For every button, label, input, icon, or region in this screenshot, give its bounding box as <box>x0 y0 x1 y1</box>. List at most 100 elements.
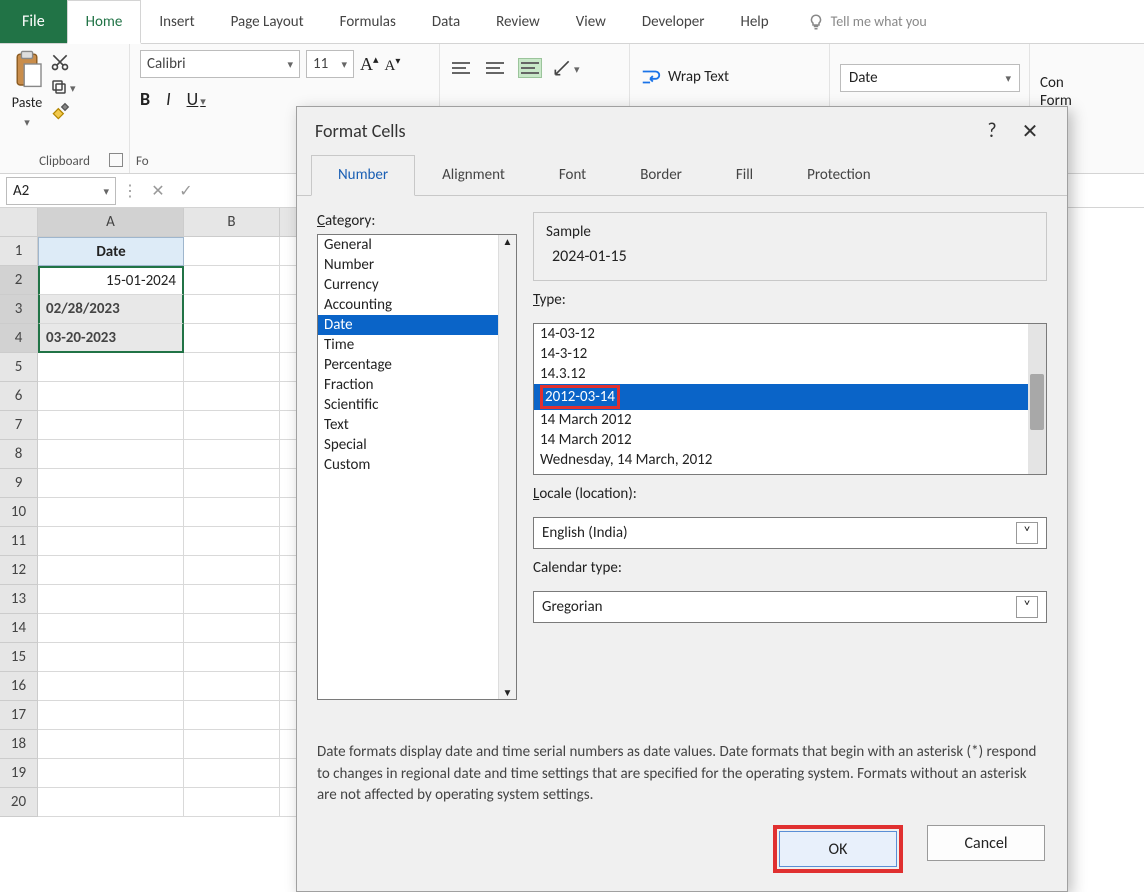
cut-icon[interactable] <box>50 52 70 72</box>
type-item[interactable]: 14-03-12 <box>534 324 1046 344</box>
cell[interactable] <box>38 788 184 817</box>
cell[interactable] <box>184 324 280 353</box>
row-header[interactable]: 17 <box>0 701 38 730</box>
category-item[interactable]: Fraction <box>318 375 516 395</box>
cell[interactable] <box>38 730 184 759</box>
cell[interactable] <box>184 585 280 614</box>
row-header[interactable]: 16 <box>0 672 38 701</box>
cell[interactable] <box>38 527 184 556</box>
type-item-selected[interactable]: 2012-03-14 <box>534 384 1046 410</box>
category-item[interactable]: Time <box>318 335 516 355</box>
tab-developer[interactable]: Developer <box>624 0 723 43</box>
dlg-tab-alignment[interactable]: Alignment <box>415 155 532 195</box>
row-header[interactable]: 2 <box>0 266 38 295</box>
italic-button[interactable]: I <box>166 88 171 110</box>
category-item[interactable]: Text <box>318 415 516 435</box>
type-scrollbar[interactable] <box>1028 324 1046 474</box>
row-header[interactable]: 1 <box>0 237 38 266</box>
dlg-tab-protection[interactable]: Protection <box>780 155 897 195</box>
row-header[interactable]: 18 <box>0 730 38 759</box>
cell[interactable] <box>184 411 280 440</box>
col-header-A[interactable]: A <box>38 208 184 237</box>
decrease-font-icon[interactable]: A▾ <box>385 54 401 75</box>
tab-file[interactable]: File <box>0 0 67 43</box>
type-item[interactable]: 14 March 2012 <box>534 410 1046 430</box>
category-item-selected[interactable]: Date <box>318 315 516 335</box>
copy-button[interactable] <box>50 78 76 96</box>
row-header[interactable]: 15 <box>0 643 38 672</box>
cell-A1[interactable]: Date <box>38 237 184 266</box>
scroll-thumb[interactable] <box>1030 374 1044 430</box>
cell[interactable] <box>184 672 280 701</box>
tab-review[interactable]: Review <box>478 0 558 43</box>
cancel-button[interactable]: Cancel <box>927 825 1045 861</box>
type-list[interactable]: 14-03-12 14-3-12 14.3.12 2012-03-14 14 M… <box>533 323 1047 475</box>
cell-A4[interactable]: 03-20-2023 <box>38 324 184 353</box>
cell[interactable] <box>38 643 184 672</box>
bold-button[interactable]: B <box>140 88 150 110</box>
row-header[interactable]: 13 <box>0 585 38 614</box>
category-item[interactable]: Currency <box>318 275 516 295</box>
dlg-tab-number[interactable]: Number <box>311 155 415 196</box>
category-item[interactable]: Special <box>318 435 516 455</box>
cell[interactable] <box>38 440 184 469</box>
scroll-up-icon[interactable]: ▲ <box>503 235 513 248</box>
tab-data[interactable]: Data <box>414 0 478 43</box>
underline-button[interactable]: U <box>187 88 206 110</box>
row-header[interactable]: 4 <box>0 324 38 353</box>
cell[interactable] <box>38 556 184 585</box>
cell[interactable] <box>38 672 184 701</box>
cell-A2[interactable]: 15-01-2024 <box>38 266 184 295</box>
cell[interactable] <box>184 469 280 498</box>
row-header[interactable]: 6 <box>0 382 38 411</box>
cell[interactable] <box>184 527 280 556</box>
category-item[interactable]: Scientific <box>318 395 516 415</box>
dialog-titlebar[interactable]: Format Cells ? ✕ <box>297 107 1067 155</box>
cell[interactable] <box>184 759 280 788</box>
tab-help[interactable]: Help <box>722 0 786 43</box>
cell[interactable] <box>184 237 280 266</box>
row-header[interactable]: 12 <box>0 556 38 585</box>
paste-button[interactable]: Paste <box>10 50 44 130</box>
tell-me-search[interactable]: Tell me what you <box>807 0 927 43</box>
col-header-B[interactable]: B <box>184 208 280 237</box>
calendar-dropdown[interactable]: Gregorian ˅ <box>533 591 1047 623</box>
type-item[interactable]: 14-3-12 <box>534 344 1046 364</box>
orientation-button[interactable] <box>552 58 580 78</box>
select-all-corner[interactable] <box>0 208 38 237</box>
align-middle-button[interactable] <box>484 58 508 78</box>
cell[interactable] <box>184 440 280 469</box>
row-header[interactable]: 8 <box>0 440 38 469</box>
cell[interactable] <box>184 295 280 324</box>
ok-button[interactable]: OK <box>779 831 897 867</box>
number-format-combo[interactable]: Date <box>840 64 1020 92</box>
align-top-button[interactable] <box>450 58 474 78</box>
increase-font-icon[interactable]: A▴ <box>360 53 379 75</box>
tab-insert[interactable]: Insert <box>141 0 212 43</box>
tab-view[interactable]: View <box>558 0 624 43</box>
row-header[interactable]: 20 <box>0 788 38 817</box>
cell[interactable] <box>184 730 280 759</box>
locale-dropdown[interactable]: English (India) ˅ <box>533 517 1047 549</box>
cell[interactable] <box>184 788 280 817</box>
cell[interactable] <box>184 266 280 295</box>
category-list[interactable]: General Number Currency Accounting Date … <box>317 234 517 700</box>
row-header[interactable]: 11 <box>0 527 38 556</box>
type-item[interactable]: 14.3.12 <box>534 364 1046 384</box>
font-size-combo[interactable]: 11 <box>306 50 354 78</box>
cancel-formula-icon[interactable]: ✕ <box>144 181 172 201</box>
cell-A3[interactable]: 02/28/2023 <box>38 295 184 324</box>
help-icon[interactable]: ? <box>973 119 1011 143</box>
close-icon[interactable]: ✕ <box>1011 119 1049 144</box>
tab-formulas[interactable]: Formulas <box>322 0 414 43</box>
cell[interactable] <box>38 469 184 498</box>
font-name-combo[interactable]: Calibri <box>140 50 300 78</box>
dlg-tab-border[interactable]: Border <box>613 155 709 195</box>
category-item[interactable]: Number <box>318 255 516 275</box>
cell[interactable] <box>184 382 280 411</box>
category-item[interactable]: Accounting <box>318 295 516 315</box>
category-item[interactable]: General <box>318 235 516 255</box>
cell[interactable] <box>184 643 280 672</box>
enter-formula-icon[interactable]: ✓ <box>172 181 200 201</box>
cell[interactable] <box>184 556 280 585</box>
